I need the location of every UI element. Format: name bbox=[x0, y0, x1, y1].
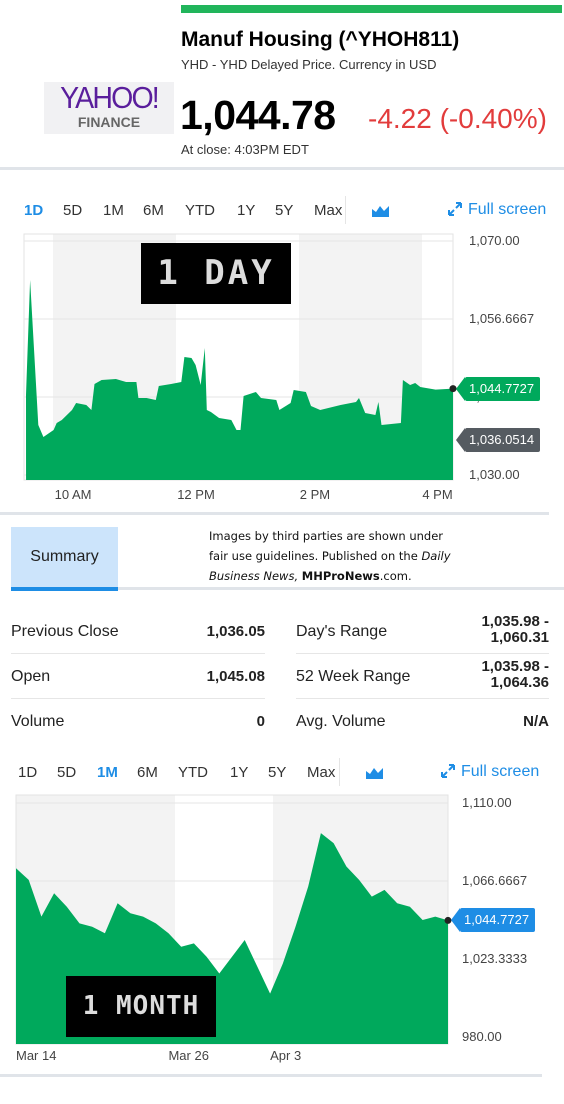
x-tick-label: Mar 14 bbox=[16, 1048, 57, 1063]
y-tick-label: 1,066.6667 bbox=[462, 873, 528, 888]
x-tick-label: Mar 26 bbox=[168, 1048, 209, 1063]
x-tick-label: Apr 3 bbox=[270, 1048, 302, 1063]
y-tick-label: 1,023.3333 bbox=[462, 951, 528, 966]
y-tick-label: 1,110.00 bbox=[462, 795, 512, 810]
divider bbox=[0, 1074, 542, 1077]
overlay-label-1-month: 1 MONTH bbox=[66, 976, 216, 1037]
y-tick-label: 980.00 bbox=[462, 1029, 502, 1044]
chart-svg bbox=[15, 794, 452, 1045]
current-price-tag: 1,044.7727 bbox=[450, 908, 536, 933]
